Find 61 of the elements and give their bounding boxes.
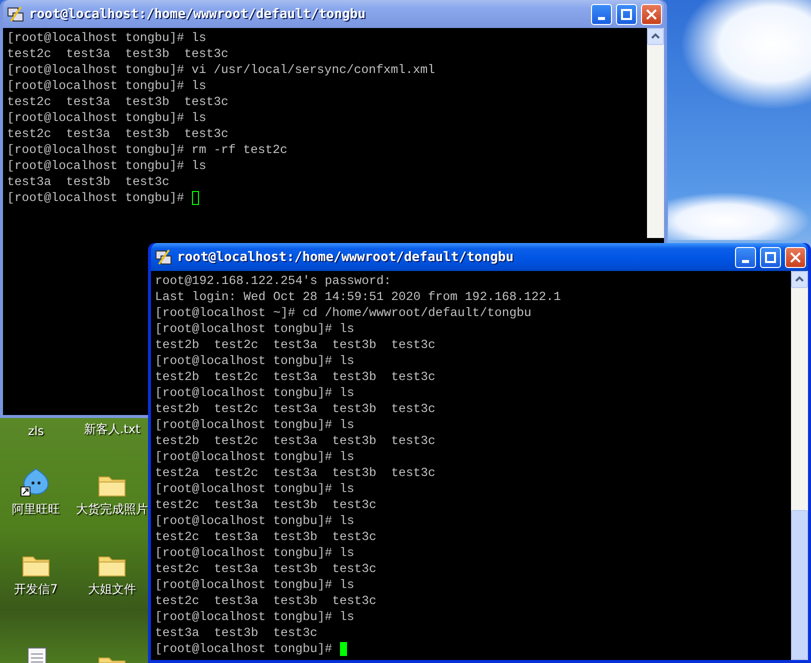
terminal-line: [root@localhost tongbu]# vi /usr/local/sersync/confxml.xml bbox=[7, 62, 436, 78]
desktop-icon-label[interactable]: 大货完成照片 bbox=[76, 501, 148, 518]
terminal-line: [root@localhost tongbu]# ls bbox=[7, 78, 208, 94]
terminal-line: [root@localhost tongbu]# ls bbox=[7, 158, 208, 174]
terminal-app-icon bbox=[155, 248, 173, 266]
terminal-line: [root@localhost tongbu]# ls bbox=[155, 513, 356, 529]
terminal-line: test2c test3a test3b test3c bbox=[155, 561, 378, 577]
scrollbar[interactable] bbox=[791, 271, 808, 660]
scroll-thumb[interactable] bbox=[791, 510, 808, 660]
close-icon bbox=[646, 8, 657, 20]
terminal-line: test2c test3a test3b test3c bbox=[7, 94, 230, 110]
terminal-line: [root@localhost tongbu]# bbox=[7, 190, 186, 206]
maximize-icon bbox=[621, 8, 632, 20]
terminal-line: test2b test2c test3a test3b test3c bbox=[155, 401, 436, 417]
terminal-line: test3a test3b test3c bbox=[7, 174, 170, 190]
terminal-line: [root@localhost tongbu]# ls bbox=[155, 385, 356, 401]
window-title: root@localhost:/home/wwwroot/default/tongbu bbox=[29, 6, 367, 22]
terminal-line: test3a test3b test3c bbox=[155, 625, 318, 641]
scroll-up-button[interactable] bbox=[791, 271, 808, 288]
terminal-line: [root@localhost tongbu]# ls bbox=[155, 417, 356, 433]
terminal-line: [root@localhost tongbu]# ls bbox=[155, 609, 356, 625]
terminal-line: [root@localhost tongbu]# ls bbox=[7, 30, 208, 46]
terminal-line: [root@localhost tongbu]# ls bbox=[155, 353, 356, 369]
desktop-icon-label[interactable]: 开发信7 bbox=[14, 581, 58, 598]
terminal-line: test2c test3a test3b test3c bbox=[155, 593, 378, 609]
terminal-line: [root@localhost tongbu]# bbox=[155, 641, 334, 657]
minimize-icon bbox=[742, 260, 749, 262]
terminal-line: test2c test3a test3b test3c bbox=[155, 497, 378, 513]
terminal-line: test2c test3a test3b test3c bbox=[7, 46, 230, 62]
terminal-line: [root@localhost tongbu]# ls bbox=[155, 577, 356, 593]
folder-icon bbox=[22, 556, 50, 577]
terminal-line: test2b test2c test3a test3b test3c bbox=[155, 369, 436, 385]
terminal-line: test2a test2c test3a test3b test3c bbox=[155, 465, 436, 481]
desktop-icon-label[interactable]: 阿里旺旺 bbox=[12, 501, 60, 518]
terminal-line: [root@localhost tongbu]# rm -rf test2c bbox=[7, 142, 288, 158]
close-button[interactable] bbox=[785, 246, 806, 268]
terminal-line: test2c test3a test3b test3c bbox=[155, 529, 378, 545]
minimize-icon bbox=[598, 16, 605, 20]
close-icon bbox=[790, 252, 801, 262]
scroll-up-button[interactable] bbox=[647, 28, 664, 45]
window-title: root@localhost:/home/wwwroot/default/tongbu bbox=[177, 250, 515, 264]
terminal-line: test2b test2c test3a test3b test3c bbox=[155, 337, 436, 353]
maximize-icon bbox=[765, 252, 776, 262]
terminal-app-icon bbox=[7, 5, 25, 23]
folder-icon bbox=[98, 556, 126, 577]
terminal-line: [root@localhost tongbu]# ls bbox=[7, 110, 208, 126]
terminal-line: [root@localhost tongbu]# ls bbox=[155, 321, 356, 337]
terminal-line: test2b test2c test3a test3b test3c bbox=[155, 433, 436, 449]
terminal-line: [root@localhost tongbu]# ls bbox=[155, 545, 356, 561]
maximize-button[interactable] bbox=[760, 246, 781, 268]
terminal-line: [root@localhost ~]# cd /home/wwwroot/default/tongbu bbox=[155, 305, 532, 321]
terminal-line: [root@localhost tongbu]# ls bbox=[155, 481, 356, 497]
folder-icon bbox=[98, 476, 126, 497]
desktop-icon-label[interactable]: 新客人.txt bbox=[84, 421, 140, 438]
desktop-icon-label[interactable]: zls bbox=[28, 424, 44, 438]
terminal-line: root@192.168.122.254's password: bbox=[155, 273, 392, 289]
desktop-icon-label[interactable]: 大姐文件 bbox=[88, 581, 136, 598]
terminal-line: test2c test3a test3b test3c bbox=[7, 126, 230, 142]
terminal-line: [root@localhost tongbu]# ls bbox=[155, 449, 356, 465]
minimize-button[interactable] bbox=[735, 246, 756, 268]
terminal-line: Last login: Wed Oct 28 14:59:51 2020 from 192.168.122.1 bbox=[155, 289, 562, 305]
